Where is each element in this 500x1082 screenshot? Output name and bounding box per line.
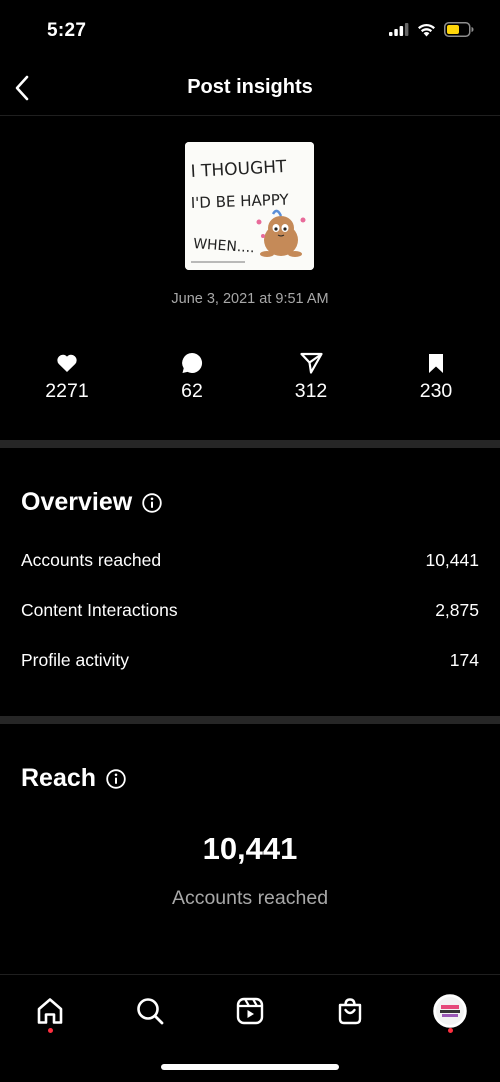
shares-count: 312 [294,380,328,402]
search-icon [137,998,164,1025]
likes-stat: 2271 [27,352,107,403]
page-title: Post insights [187,76,313,98]
tab-home[interactable] [30,991,70,1031]
reels-icon [236,997,264,1025]
info-icon[interactable] [142,492,162,513]
section-divider [0,716,500,724]
battery-icon [444,22,474,37]
heart-icon [57,354,77,372]
comment-icon [182,352,203,373]
header: Post insights [0,62,500,116]
row-label: Content Interactions [21,600,178,620]
home-indicator [161,1064,339,1070]
notification-dot [447,1028,453,1033]
reach-heading: Reach [21,764,126,793]
comments-count: 62 [181,380,203,402]
profile-avatar [433,994,467,1028]
overview-row-accounts-reached[interactable]: Accounts reached 10,441 [21,550,479,571]
notification-dot [47,1028,53,1033]
tab-shop[interactable] [330,991,370,1031]
row-label: Accounts reached [21,550,162,570]
status-icons [389,22,474,37]
overview-row-content-interactions[interactable]: Content Interactions 2,875 [21,600,479,621]
reach-number: 10,441 [202,831,298,866]
wifi-icon [418,23,435,36]
saves-stat: 230 [396,352,476,403]
tab-reels[interactable] [230,991,270,1031]
post-date: June 3, 2021 at 9:51 AM [171,291,329,307]
post-artwork: I THOUGHT I'D BE HAPPY WHEN.... [185,142,314,270]
post-thumbnail[interactable]: I THOUGHT I'D BE HAPPY WHEN.... [185,142,314,270]
status-bar: 5:27 [0,0,500,62]
cellular-signal-icon [389,23,409,36]
row-label: Profile activity [21,650,129,670]
likes-count: 2271 [45,380,89,402]
overview-heading: Overview [21,488,162,517]
row-value: 10,441 [425,550,479,570]
tab-profile[interactable] [430,991,470,1031]
shop-icon [338,998,362,1025]
saves-count: 230 [419,380,453,402]
comments-stat: 62 [152,352,232,403]
overview-row-profile-activity[interactable]: Profile activity 174 [21,650,479,671]
thumbnail-text-line2: I'D BE HAPPY [191,191,290,212]
overview-title: Overview [21,488,133,516]
info-icon[interactable] [106,768,126,789]
share-icon [299,352,323,374]
row-value: 2,875 [435,600,479,620]
row-value: 174 [449,650,479,670]
home-icon [37,998,63,1024]
bookmark-icon [429,353,443,373]
tab-search[interactable] [130,991,170,1031]
reach-title: Reach [21,764,97,792]
status-time: 5:27 [47,20,87,41]
reach-label: Accounts reached [171,887,329,909]
shares-stat: 312 [271,352,351,403]
section-divider [0,440,500,448]
